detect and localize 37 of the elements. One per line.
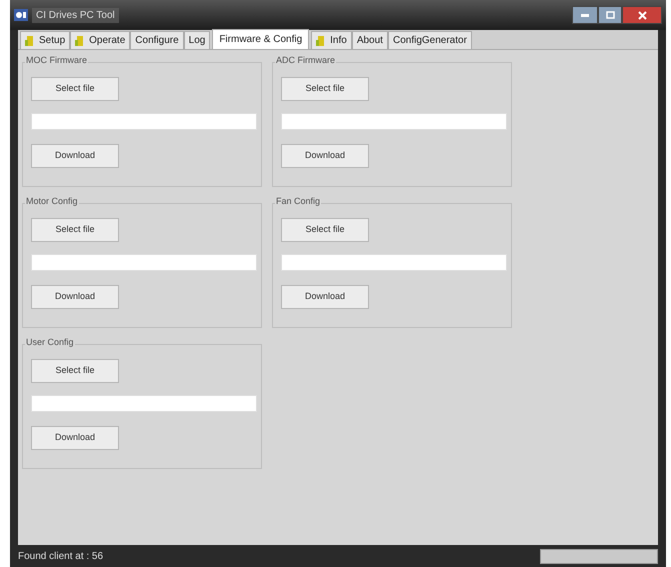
select-file-button[interactable]: Select file xyxy=(31,359,119,383)
tab[interactable]: Configure xyxy=(130,31,184,49)
window-title: CI Drives PC Tool xyxy=(32,8,119,22)
select-file-button[interactable]: Select file xyxy=(281,218,369,242)
tab[interactable]: Info xyxy=(311,31,352,49)
tab[interactable]: Log xyxy=(184,31,210,49)
status-text: Found client at : 56 xyxy=(18,550,104,564)
group-title: Fan Config xyxy=(275,197,322,206)
tab[interactable]: Operate xyxy=(70,31,130,49)
tab[interactable]: Firmware & Config xyxy=(212,29,310,49)
close-button[interactable] xyxy=(622,6,662,24)
download-button[interactable]: Download xyxy=(281,144,369,168)
file-path-field[interactable] xyxy=(31,113,257,130)
minimize-icon xyxy=(581,14,589,16)
close-icon xyxy=(638,10,646,20)
maximize-icon xyxy=(606,11,614,19)
tab[interactable]: Setup xyxy=(20,31,70,49)
minimize-button[interactable] xyxy=(572,6,598,24)
tab[interactable]: About xyxy=(352,31,388,49)
group-title: ADC Firmware xyxy=(275,56,336,65)
download-button[interactable]: Download xyxy=(31,285,119,309)
select-file-button[interactable]: Select file xyxy=(31,77,119,101)
app-logo-icon xyxy=(14,9,28,21)
group-title: Motor Config xyxy=(25,197,79,206)
tab[interactable]: ConfigGenerator xyxy=(388,31,472,49)
select-file-button[interactable]: Select file xyxy=(281,77,369,101)
file-path-field[interactable] xyxy=(281,113,507,130)
file-path-field[interactable] xyxy=(281,254,507,271)
select-file-button[interactable]: Select file xyxy=(31,218,119,242)
group-title: User Config xyxy=(25,338,75,347)
group-title: MOC Firmware xyxy=(25,56,88,65)
download-button[interactable]: Download xyxy=(31,144,119,168)
download-button[interactable]: Download xyxy=(31,426,119,450)
maximize-button[interactable] xyxy=(598,6,622,24)
file-path-field[interactable] xyxy=(31,254,257,271)
file-path-field[interactable] xyxy=(31,395,257,412)
download-button[interactable]: Download xyxy=(281,285,369,309)
